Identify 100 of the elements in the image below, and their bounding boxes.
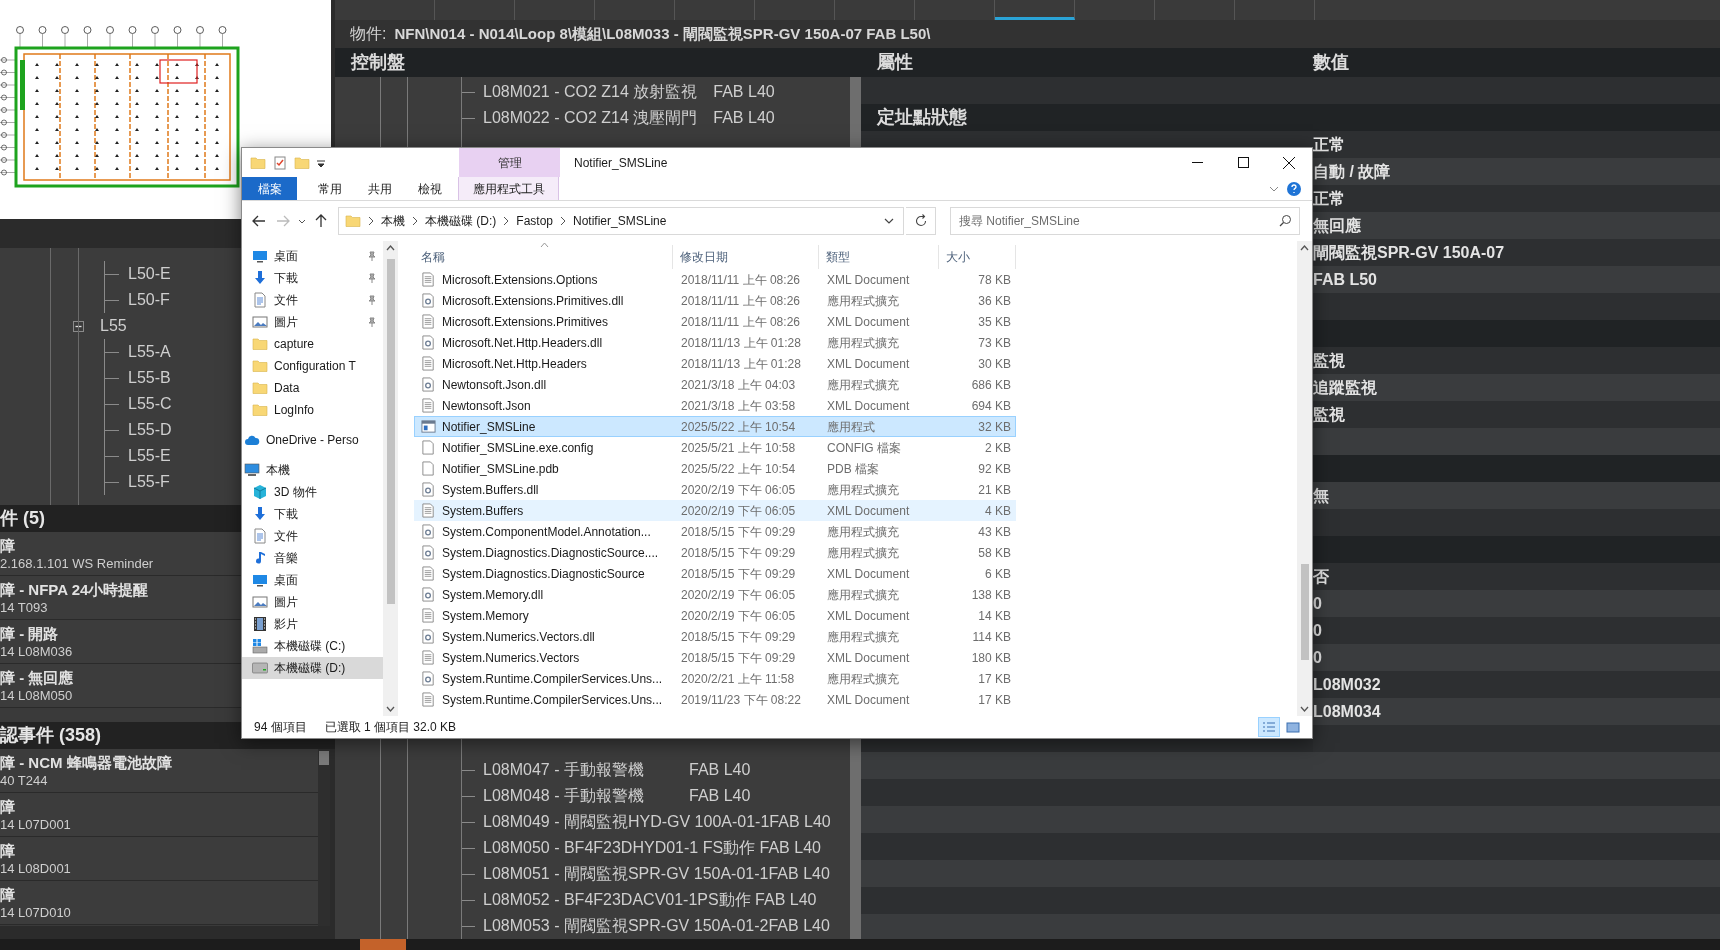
nav-item[interactable]: 影片 [242, 613, 383, 635]
image-icon [252, 594, 268, 610]
file-row[interactable]: Microsoft.Extensions.Options 2018/11/11 上午 08:26 XML Document 78 KB [414, 269, 1016, 290]
refresh-button[interactable] [906, 207, 936, 235]
details-view-button[interactable] [1258, 717, 1280, 737]
file-row[interactable]: Notifier_SMSLine 2025/5/22 上午 10:54 應用程式 32 KB [414, 416, 1016, 437]
file-name: System.Diagnostics.DiagnosticSource.... [442, 544, 659, 562]
caret-icon[interactable] [883, 216, 895, 226]
nav-item[interactable]: 圖片 [242, 311, 383, 333]
file-row[interactable]: System.Runtime.CompilerServices.Uns... 2020/2/21 上午 11:58 應用程式擴充 17 KB [414, 668, 1016, 689]
nav-item[interactable]: 音樂 [242, 547, 383, 569]
nav-item[interactable]: Configuration T [242, 355, 383, 377]
breadcrumb-item[interactable]: 本機 [381, 212, 405, 230]
tree-item[interactable]: L08M021 - CO2 Z14 放射監視 [483, 80, 698, 104]
tree-item[interactable]: L55-B [128, 366, 171, 390]
nav-item[interactable]: 文件 [242, 289, 383, 311]
file-gear-icon [421, 671, 436, 686]
file-row[interactable]: System.Runtime.CompilerServices.Uns... 2019/11/23 下午 08:22 XML Document 17 KB [414, 689, 1016, 710]
file-row[interactable]: System.ComponentModel.Annotation... 2018/5/15 下午 09:29 應用程式擴充 43 KB [414, 521, 1016, 542]
file-row[interactable]: Microsoft.Net.Http.Headers 2018/11/13 上午 01:28 XML Document 30 KB [414, 353, 1016, 374]
file-row[interactable]: Newtonsoft.Json.dll 2021/3/18 上午 04:03 應用程式擴充 686 KB [414, 374, 1016, 395]
file-row[interactable]: Newtonsoft.Json 2021/3/18 上午 03:58 XML Document 694 KB [414, 395, 1016, 416]
file-date: 2018/11/13 上午 01:28 [680, 334, 802, 352]
ribbon-tab[interactable]: 共用 [355, 177, 405, 200]
nav-item[interactable]: 下載 [242, 503, 383, 525]
folder-icon [345, 213, 361, 229]
breadcrumb-item[interactable]: Notifier_SMSLine [573, 212, 667, 230]
file-row[interactable]: Notifier_SMSLine.pdb 2025/5/22 上午 10:54 PDB 檔案 92 KB [414, 458, 1016, 479]
scrollbar-thumb[interactable] [319, 751, 329, 765]
file-row[interactable]: System.Memory 2020/2/19 下午 06:05 XML Document 14 KB [414, 605, 1016, 626]
tree-item[interactable]: L55-D [128, 418, 172, 442]
collapse-icon[interactable] [73, 320, 84, 332]
nav-item[interactable]: 本機 [242, 459, 383, 481]
search-field[interactable]: 搜尋 Notifier_SMSLine [950, 207, 1300, 235]
event-detail: 14 L07D001 [0, 815, 71, 833]
column-header[interactable]: 類型 [819, 245, 939, 269]
folder-icon [252, 358, 268, 374]
tree-item[interactable]: L08M049 - 閘閥監視HYD-GV 100A-01-1FAB L40 [483, 810, 831, 834]
file-row[interactable]: System.Numerics.Vectors.dll 2018/5/15 下午 09:29 應用程式擴充 114 KB [414, 626, 1016, 647]
nav-item[interactable]: Data [242, 377, 383, 399]
file-name: Notifier_SMSLine [442, 418, 536, 436]
file-row[interactable]: Microsoft.Extensions.Primitives.dll 2018/11/11 上午 08:26 應用程式擴充 36 KB [414, 290, 1016, 311]
breadcrumb-item[interactable]: Fastop [516, 212, 553, 230]
file-row[interactable]: System.Diagnostics.DiagnosticSource 2018/5/15 下午 09:29 XML Document 6 KB [414, 563, 1016, 584]
file-row[interactable]: Notifier_SMSLine.exe.config 2025/5/21 上午 10:58 CONFIG 檔案 2 KB [414, 437, 1016, 458]
file-name: System.Numerics.Vectors [442, 649, 580, 667]
scrollbar-thumb[interactable] [1300, 564, 1309, 660]
nav-item[interactable]: 圖片 [242, 591, 383, 613]
file-row[interactable]: System.Numerics.Vectors 2018/5/15 下午 09:29 XML Document 180 KB [414, 647, 1016, 668]
file-row[interactable]: System.Buffers 2020/2/19 下午 06:05 XML Document 4 KB [414, 500, 1016, 521]
address-bar[interactable]: 本機 本機磁碟 (D:) Fastop Notifier_SMSLine [338, 207, 904, 235]
tree-item[interactable]: L50-E [128, 262, 171, 286]
breadcrumb-item[interactable]: 本機磁碟 (D:) [425, 212, 497, 230]
event-detail: 14 T093 [0, 598, 48, 616]
tree-item[interactable]: L08M050 - BF4F23DHYD01-1 FS動作 FAB L40 [483, 836, 821, 860]
window-title: Notifier_SMSLine [574, 154, 669, 172]
context-tab-header[interactable]: 管理 [459, 148, 560, 177]
nav-item[interactable]: 本機磁碟 (D:) [242, 657, 383, 679]
scrollbar-thumb[interactable] [386, 259, 395, 604]
nav-item[interactable]: 文件 [242, 525, 383, 547]
file-row[interactable]: Microsoft.Net.Http.Headers.dll 2018/11/13 上午 01:28 應用程式擴充 73 KB [414, 332, 1016, 353]
chevron-right-icon [502, 216, 511, 226]
tree-item[interactable]: L55 [100, 314, 127, 338]
tree-item[interactable]: L08M052 - BF4F23DACV01-1PS動作 FAB L40 [483, 888, 817, 912]
ribbon-tab[interactable]: 常用 [305, 177, 355, 200]
nav-item[interactable]: 本機磁碟 (C:) [242, 635, 383, 657]
nav-item[interactable]: OneDrive - Perso [242, 429, 383, 451]
checklist-icon[interactable] [272, 154, 288, 171]
file-size: 694 KB [970, 397, 1012, 415]
tree-item[interactable]: L08M048 - 手動報警機 [483, 784, 673, 808]
nav-item[interactable]: 桌面 [242, 569, 383, 591]
column-header[interactable]: 修改日期 [673, 245, 819, 269]
file-size: 30 KB [977, 355, 1012, 373]
folder-icon [250, 154, 266, 171]
nav-item[interactable]: 桌面 [242, 245, 383, 267]
file-row[interactable]: System.Memory.dll 2020/2/19 下午 06:05 應用程式擴充 138 KB [414, 584, 1016, 605]
column-header[interactable]: 名稱 [414, 245, 673, 269]
ribbon-tab[interactable]: 應用程式工具 [458, 177, 559, 200]
file-row[interactable]: System.Buffers.dll 2020/2/19 下午 06:05 應用程式擴充 21 KB [414, 479, 1016, 500]
column-header[interactable]: 大小 [939, 245, 1016, 269]
ribbon-tab[interactable]: 檔案 [242, 177, 297, 200]
file-row[interactable]: Microsoft.Extensions.Primitives 2018/11/11 上午 08:26 XML Document 35 KB [414, 311, 1016, 332]
tree-item[interactable]: L08M051 - 閘閥監視SPR-GV 150A-01-1FAB L40 [483, 862, 830, 886]
area-label: FAB L40 [713, 108, 775, 128]
ribbon-tab[interactable]: 檢視 [405, 177, 455, 200]
file-date: 2018/11/11 上午 08:26 [680, 271, 801, 289]
nav-item[interactable]: 下載 [242, 267, 383, 289]
tree-item[interactable]: L08M022 - CO2 Z14 洩壓閘門 [483, 106, 698, 130]
nav-item[interactable]: LogInfo [242, 399, 383, 421]
tree-item[interactable]: L08M053 - 閘閥監視SPR-GV 150A-01-2FAB L40 [483, 914, 830, 938]
taskbar-app-button[interactable] [360, 939, 406, 950]
tree-item[interactable]: L50-F [128, 288, 170, 312]
tree-item[interactable]: L55-F [128, 470, 170, 494]
nav-item[interactable]: 3D 物件 [242, 481, 383, 503]
tree-item[interactable]: L55-C [128, 392, 172, 416]
tree-item[interactable]: L08M047 - 手動報警機 [483, 758, 673, 782]
tree-item[interactable]: L55-A [128, 340, 171, 364]
file-row[interactable]: System.Diagnostics.DiagnosticSource.... 2018/5/15 下午 09:29 應用程式擴充 58 KB [414, 542, 1016, 563]
nav-item[interactable]: capture [242, 333, 383, 355]
tree-item[interactable]: L55-E [128, 444, 171, 468]
